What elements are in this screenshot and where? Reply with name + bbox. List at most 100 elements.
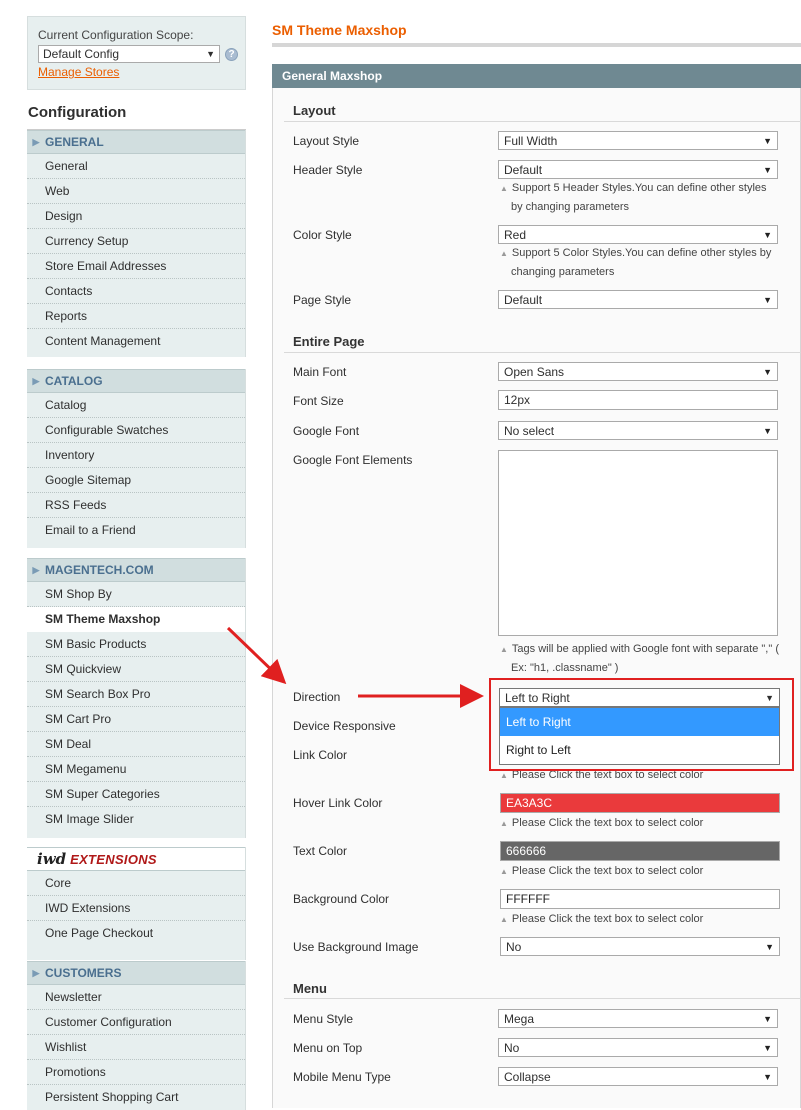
layout-style-select[interactable]: Full Width ▼ [498,131,778,150]
triangle-up-icon: ▲ [500,249,508,258]
nav-group-catalog: ▶ CATALOG Catalog Configurable Swatches … [27,369,246,548]
group-divider [284,121,801,122]
chevron-down-icon: ▼ [763,366,772,377]
help-icon[interactable]: ? [225,47,238,61]
sidebar-item-promotions[interactable]: Promotions [27,1060,245,1085]
sidebar-item-sm-image-slider[interactable]: SM Image Slider [27,807,245,838]
menu-style-select[interactable]: Mega ▼ [498,1009,778,1028]
label-layout-style: Layout Style [293,134,360,148]
sidebar-item-reports[interactable]: Reports [27,304,245,329]
direction-options-list: Left to Right Right to Left [499,707,780,765]
hover-link-color-input[interactable]: EA3A3C [500,793,780,813]
group-divider [284,998,801,999]
sidebar-item-sm-super-categories[interactable]: SM Super Categories [27,782,245,807]
label-main-font: Main Font [293,365,347,379]
label-text-color: Text Color [293,844,348,858]
group-title-layout: Layout [293,103,336,118]
section-header-general-maxshop[interactable]: General Maxshop [272,64,801,88]
nav-group-general: ▶ GENERAL General Web Design Currency Se… [27,130,246,357]
triangle-up-icon: ▲ [500,184,508,193]
sidebar-item-sm-search-box-pro[interactable]: SM Search Box Pro [27,682,245,707]
color-style-select[interactable]: Red ▼ [498,225,778,244]
chevron-down-icon: ▼ [765,941,774,952]
triangle-up-icon: ▲ [500,771,508,780]
sidebar-item-configurable-swatches[interactable]: Configurable Swatches [27,418,245,443]
scope-switcher: Current Configuration Scope: Default Con… [27,16,246,90]
sidebar-item-sm-cart-pro[interactable]: SM Cart Pro [27,707,245,732]
label-hover-link-color: Hover Link Color [293,796,383,810]
sidebar-item-wishlist[interactable]: Wishlist [27,1035,245,1060]
label-link-color: Link Color [293,748,348,762]
sidebar-item-sm-theme-maxshop[interactable]: SM Theme Maxshop [27,607,245,632]
sidebar-item-customer-configuration[interactable]: Customer Configuration [27,1010,245,1035]
sidebar-item-iwd-extensions[interactable]: IWD Extensions [27,896,245,921]
sidebar-item-inventory[interactable]: Inventory [27,443,245,468]
label-menu-on-top: Menu on Top [293,1041,363,1055]
sidebar-item-general[interactable]: General [27,154,245,179]
sidebar-item-content-management[interactable]: Content Management [27,329,245,357]
sidebar-item-web[interactable]: Web [27,179,245,204]
direction-option-ltr[interactable]: Left to Right [500,708,779,736]
label-color-style: Color Style [293,228,352,242]
header-style-select[interactable]: Default ▼ [498,160,778,179]
triangle-up-icon: ▲ [500,645,508,654]
color-style-note: ▲ Support 5 Color Styles.You can define o… [500,247,772,278]
chevron-down-icon: ▼ [765,692,774,703]
text-color-note: ▲ Please Click the text box to select col… [500,865,704,877]
use-background-image-select[interactable]: No ▼ [500,937,780,956]
scope-select[interactable]: Default Config ▼ [38,45,220,63]
sidebar-item-email-to-a-friend[interactable]: Email to a Friend [27,518,245,548]
mobile-menu-type-select[interactable]: Collapse ▼ [498,1067,778,1086]
font-size-input[interactable]: 12px [498,390,778,410]
hover-link-color-note: ▲ Please Click the text box to select col… [500,817,704,829]
sidebar-item-store-email-addresses[interactable]: Store Email Addresses [27,254,245,279]
sidebar-item-google-sitemap[interactable]: Google Sitemap [27,468,245,493]
manage-stores-link[interactable]: Manage Stores [38,65,119,79]
group-title-entire-page: Entire Page [293,334,365,349]
group-title-menu: Menu [293,981,327,996]
triangle-right-icon: ▶ [32,564,40,575]
chevron-down-icon: ▼ [763,164,772,175]
label-google-font: Google Font [293,424,360,438]
direction-option-rtl[interactable]: Right to Left [500,736,779,764]
scope-select-value: Default Config [43,47,120,61]
text-color-input[interactable]: 666666 [500,841,780,861]
page-style-select[interactable]: Default ▼ [498,290,778,309]
sidebar-item-newsletter[interactable]: Newsletter [27,985,245,1010]
sidebar-item-design[interactable]: Design [27,204,245,229]
triangle-right-icon: ▶ [32,375,40,386]
nav-group-title-customers[interactable]: ▶ CUSTOMERS [27,961,245,985]
sidebar-item-sm-basic-products[interactable]: SM Basic Products [27,632,245,657]
nav-group-title-general[interactable]: ▶ GENERAL [27,130,245,154]
nav-group-title-iwd-extensions[interactable]: iwd EXTENSIONS [27,847,245,871]
sidebar-item-sm-shop-by[interactable]: SM Shop By [27,582,245,607]
sidebar-item-core[interactable]: Core [27,871,245,896]
google-font-elements-note: ▲ Tags will be applied with Google font w… [500,643,779,674]
menu-on-top-select[interactable]: No ▼ [498,1038,778,1057]
direction-select[interactable]: Left to Right ▼ [499,688,780,707]
google-font-elements-textarea[interactable] [498,450,778,636]
sidebar-item-sm-megamenu[interactable]: SM Megamenu [27,757,245,782]
label-background-color: Background Color [293,892,390,906]
sidebar-item-catalog[interactable]: Catalog [27,393,245,418]
label-direction: Direction [293,690,341,704]
chevron-down-icon: ▼ [763,1013,772,1024]
nav-group-title-catalog[interactable]: ▶ CATALOG [27,369,245,393]
google-font-select[interactable]: No select ▼ [498,421,778,440]
chevron-down-icon: ▼ [763,1071,772,1082]
sidebar-item-one-page-checkout[interactable]: One Page Checkout [27,921,245,960]
sidebar-item-rss-feeds[interactable]: RSS Feeds [27,493,245,518]
nav-group-magentech: ▶ MAGENTECH.COM SM Shop By SM Theme Maxs… [27,558,246,838]
sidebar-item-persistent-shopping-cart[interactable]: Persistent Shopping Cart [27,1085,245,1110]
header-style-note: ▲ Support 5 Header Styles.You can define … [500,182,767,213]
sidebar-item-sm-quickview[interactable]: SM Quickview [27,657,245,682]
sidebar-item-sm-deal[interactable]: SM Deal [27,732,245,757]
configuration-title: Configuration [27,92,246,130]
chevron-down-icon: ▼ [206,49,215,59]
sidebar-item-currency-setup[interactable]: Currency Setup [27,229,245,254]
main-font-select[interactable]: Open Sans ▼ [498,362,778,381]
background-color-input[interactable]: FFFFFF [500,889,780,909]
sidebar-item-contacts[interactable]: Contacts [27,279,245,304]
label-google-font-elements: Google Font Elements [293,453,413,467]
nav-group-title-magentech[interactable]: ▶ MAGENTECH.COM [27,558,245,582]
